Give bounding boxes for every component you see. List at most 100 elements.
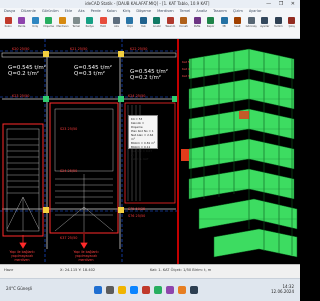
tool-icon (18, 17, 26, 24)
tool-label: Döşeme (43, 25, 54, 28)
tool-label: Pafta (193, 25, 201, 28)
ribbon-tab[interactable]: Görünüm (42, 9, 59, 13)
beam-label: K24 25/50 (128, 94, 146, 98)
ribbon-tab[interactable]: Merdiven (157, 9, 174, 13)
ribbon-tab[interactable]: Kiriş (123, 9, 131, 13)
tool-icon (274, 17, 282, 24)
ribbon-tab[interactable]: Ayarlar (249, 9, 262, 13)
ribbon-tab[interactable]: Kolon (107, 9, 117, 13)
clock[interactable]: 14:32 12.06.2024 (271, 284, 294, 294)
ribbon-tab[interactable]: Perde (91, 9, 101, 13)
app-icon[interactable] (178, 286, 186, 294)
tool-icon (72, 17, 80, 24)
tool-label: Temel (72, 25, 80, 28)
ribbon-tool-button[interactable]: Donatı (178, 16, 188, 32)
tool-icon (139, 17, 147, 24)
tool-icon (4, 17, 12, 24)
plan-view[interactable]: G=0.545 t/m² Q=0.2 t/m² G=0.545 t/m² Q=0… (0, 39, 178, 264)
ribbon-tool-button[interactable]: Perde (16, 16, 26, 32)
tool-icon (233, 17, 241, 24)
ribbon-tab[interactable]: Tasarım (213, 9, 227, 13)
ribbon-tool-button[interactable]: Pafta (192, 16, 202, 32)
live-load: Q=0.2 t/m² (8, 71, 40, 77)
beam-label: K20 25/50 (12, 47, 30, 51)
tool-icon (113, 17, 120, 24)
tool-icon (193, 17, 201, 24)
ribbon-tool-button[interactable]: Kesit (232, 16, 242, 32)
ribbon-tab[interactable]: Ekle (65, 9, 73, 13)
floor-legend: Kat 5 Kat 4 Kat 3 (182, 59, 190, 80)
tool-icon (261, 17, 269, 24)
ribbon: Dosya Düzenle Görünüm Ekle Aks Perde Kolon Kiri… (0, 8, 300, 39)
live-load: Q=0.2 t/m² (130, 75, 162, 81)
tool-label: Tasarım (165, 25, 176, 28)
slab-load-1: G=0.545 t/m² Q=0.2 t/m² (8, 65, 46, 77)
ribbon-tab[interactable]: Çizim (233, 9, 243, 13)
tool-icon (45, 17, 53, 24)
app-icon[interactable] (142, 286, 150, 294)
tool-label: Perde (17, 25, 26, 28)
tool-label: Çıkış (288, 25, 295, 28)
beam-label: S24 25/50 (60, 169, 78, 173)
tooltip-line: Derinlik = 0.07 m (131, 149, 153, 157)
ribbon-tool-button[interactable]: Döşeme (43, 16, 54, 32)
beam-label: K37 25/50 (60, 236, 78, 240)
ribbon-tab[interactable]: Analiz (196, 9, 207, 13)
weather-widget[interactable]: 24°C Güneşli (6, 286, 32, 291)
status-text: Hazır (4, 268, 14, 272)
taskbar: 24°C Güneşli 14:32 12.06.2024 (0, 278, 300, 301)
ribbon-tool-button[interactable]: Ayarlar (260, 16, 270, 32)
ribbon-tool-button[interactable]: Çıkış (286, 16, 296, 32)
beam-label: K22 25/50 (130, 47, 148, 51)
tool-icon (220, 17, 228, 24)
ribbon-tools: Kolon Perde Kiriş Döşeme Merdiven Temel Radye H… (3, 16, 297, 36)
ribbon-tool-button[interactable]: Kolon (3, 16, 13, 32)
ribbon-tool-button[interactable]: 3B (219, 16, 229, 32)
start-icon[interactable] (94, 286, 102, 294)
ribbon-tool-button[interactable]: Hatıl (98, 16, 108, 32)
ribbon-tool-button[interactable]: Temel (71, 16, 81, 32)
stair-note: Yapı ile bağlantı yapılmayacak merdiven (73, 250, 99, 262)
tool-label: Kesit (234, 25, 241, 28)
beam-label: K21 25/50 (70, 47, 88, 51)
cursor-coordinates: X: 24.115 Y: 18.402 (60, 268, 96, 272)
window-controls[interactable]: — ❐ ✕ (266, 1, 298, 7)
stair-note: Yapı ile bağlantı yapılmayacak merdiven (9, 250, 35, 262)
tool-icon (99, 17, 107, 24)
app-icon[interactable] (154, 286, 162, 294)
ribbon-tab[interactable]: Dosya (4, 9, 15, 13)
ribbon-tool-button[interactable]: Aks (111, 16, 121, 32)
ribbon-tool-button[interactable]: Ölçü (125, 16, 135, 32)
model-3d-view[interactable]: Kat 5 Kat 4 Kat 3 (179, 39, 300, 264)
slab-load-3: G=0.545 t/m² Q=0.2 t/m² (130, 69, 168, 81)
ribbon-tool-button[interactable]: Analiz (152, 16, 162, 32)
tool-label: Analiz (152, 25, 161, 28)
ribbon-tool-button[interactable]: Radye (84, 16, 94, 32)
floor-label: Kat 3 (182, 74, 190, 78)
ribbon-tool-button[interactable]: Yardım (273, 16, 283, 32)
ribbon-tool-button[interactable]: Görünüş (246, 16, 257, 32)
tool-label: Görünüş (245, 25, 257, 28)
ribbon-tool-button[interactable]: Yazı (138, 16, 148, 32)
tool-label: Yardım (273, 25, 283, 28)
ribbon-tab[interactable]: Döşeme (136, 9, 151, 13)
ribbon-tab[interactable]: Aks (78, 9, 84, 13)
status-scale: Kat: 1. KAT Ölçek: 1/50 Birim: t, m (150, 268, 212, 272)
beam-label: K23 25/50 (12, 94, 30, 98)
search-icon[interactable] (106, 286, 114, 294)
ribbon-tool-button[interactable]: Merdiven (56, 16, 68, 32)
ribbon-tool-button[interactable]: Tasarım (165, 16, 175, 32)
quick-access-toolbar[interactable] (2, 1, 16, 16)
browser-icon[interactable] (130, 286, 138, 294)
tool-label: Donatı (179, 25, 188, 28)
ribbon-tab[interactable]: Düzenle (21, 9, 36, 13)
file-explorer-icon[interactable] (118, 286, 126, 294)
ribbon-tool-button[interactable]: Kiriş (30, 16, 40, 32)
app-icon[interactable] (166, 286, 174, 294)
beam-label: S75 50/25 (128, 207, 146, 211)
ribbon-tool-button[interactable]: Rapor (205, 16, 215, 32)
ribbon-tab[interactable]: Temel (180, 9, 191, 13)
floor-label: Kat 5 (182, 60, 190, 64)
tool-icon (247, 17, 255, 24)
idecad-icon[interactable] (190, 286, 198, 294)
